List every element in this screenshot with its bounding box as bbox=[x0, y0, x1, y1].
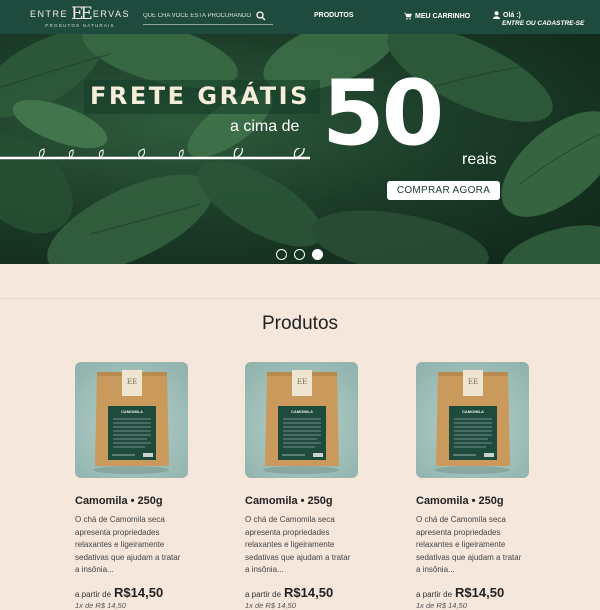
svg-text:EE: EE bbox=[297, 378, 307, 386]
installment-text: 1x de R$ 14,50 bbox=[75, 600, 126, 610]
price-value: R$14,50 bbox=[114, 584, 164, 600]
carousel-dot-2[interactable] bbox=[294, 249, 305, 260]
carousel-dot-1[interactable] bbox=[276, 249, 287, 260]
svg-text:EE: EE bbox=[127, 378, 137, 386]
product-price: a partir de R$14,50 bbox=[416, 585, 556, 600]
package-label: CAMOMILA bbox=[462, 409, 484, 414]
logo-word-left: ENTRE bbox=[30, 9, 69, 19]
search-icon[interactable] bbox=[256, 11, 266, 21]
product-price: a partir de R$14,50 bbox=[245, 585, 385, 600]
promo-amount: 50 bbox=[322, 61, 444, 166]
user-greeting: Olá :) bbox=[503, 11, 521, 19]
nav-cart-label: MEU CARRINHO bbox=[415, 12, 471, 20]
promo-title: FRETE GRÁTIS bbox=[90, 82, 310, 110]
product-name[interactable]: Camomila • 250g bbox=[416, 495, 556, 507]
buy-now-button[interactable]: COMPRAR AGORA bbox=[387, 181, 500, 200]
package-label: CAMOMILA bbox=[121, 409, 143, 414]
product-description: O chá de Camomila seca apresenta proprie… bbox=[416, 515, 522, 574]
installment-text: 1x de R$ 14,50 bbox=[245, 600, 296, 610]
branch-icon bbox=[0, 148, 310, 160]
tea-package-image: EE CAMOMILA bbox=[263, 370, 339, 474]
tea-package-image: EE CAMOMILA bbox=[93, 370, 169, 474]
promo-banner[interactable]: FRETE GRÁTIS a cima de 50 reais COMPRAR … bbox=[0, 34, 600, 264]
price-value: R$14,50 bbox=[284, 584, 334, 600]
product-description: O chá de Camomila seca apresenta proprie… bbox=[245, 515, 351, 574]
site-header: ENTRE EE ERVAS PRODUTOS NATURAIS PRODUTO… bbox=[0, 0, 600, 34]
promo-unit: reais bbox=[462, 151, 497, 168]
price-prefix: a partir de bbox=[75, 589, 112, 599]
promo-subtitle: a cima de bbox=[230, 118, 300, 135]
nav-products-link[interactable]: PRODUTOS bbox=[314, 12, 354, 19]
carousel-dot-3[interactable] bbox=[312, 249, 323, 260]
product-description: O chá de Camomila seca apresenta proprie… bbox=[75, 515, 181, 574]
price-value: R$14,50 bbox=[455, 584, 505, 600]
logo-word-right: ERVAS bbox=[92, 9, 130, 19]
product-image[interactable]: EE CAMOMILA bbox=[416, 362, 529, 478]
product-card[interactable]: EE CAMOMILA Camomila • 250g O chá de Cam… bbox=[75, 362, 215, 610]
search-input[interactable] bbox=[143, 13, 251, 19]
tea-package-image: EE CAMOMILA bbox=[434, 370, 510, 474]
product-image[interactable]: EE CAMOMILA bbox=[75, 362, 188, 478]
carousel-dots bbox=[276, 249, 323, 260]
svg-text:EE: EE bbox=[468, 378, 478, 386]
section-divider bbox=[0, 298, 600, 299]
logo-mark: EE bbox=[71, 4, 93, 24]
product-name[interactable]: Camomila • 250g bbox=[245, 495, 385, 507]
login-link[interactable]: ENTRE OU CADASTRE-SE bbox=[502, 20, 584, 27]
product-price: a partir de R$14,50 bbox=[75, 585, 215, 600]
products-title: Produtos bbox=[261, 313, 339, 334]
installment-text: 1x de R$ 14,50 bbox=[416, 600, 467, 610]
product-image[interactable]: EE CAMOMILA bbox=[245, 362, 358, 478]
logo[interactable]: ENTRE EE ERVAS PRODUTOS NATURAIS bbox=[30, 6, 130, 30]
nav-cart-link[interactable]: MEU CARRINHO bbox=[404, 12, 470, 20]
price-prefix: a partir de bbox=[245, 589, 282, 599]
product-card[interactable]: EE CAMOMILA Camomila • 250g O chá de Cam… bbox=[245, 362, 385, 610]
product-name[interactable]: Camomila • 250g bbox=[75, 495, 215, 507]
logo-subtitle: PRODUTOS NATURAIS bbox=[45, 23, 115, 28]
user-icon bbox=[493, 11, 500, 19]
user-menu[interactable]: Olá :) ENTRE OU CADASTRE-SE bbox=[493, 11, 584, 27]
price-prefix: a partir de bbox=[416, 589, 453, 599]
cart-icon bbox=[404, 12, 412, 20]
search-bar bbox=[143, 8, 273, 25]
package-label: CAMOMILA bbox=[291, 409, 313, 414]
product-card[interactable]: EE CAMOMILA Camomila • 250g O chá de Cam… bbox=[416, 362, 556, 610]
